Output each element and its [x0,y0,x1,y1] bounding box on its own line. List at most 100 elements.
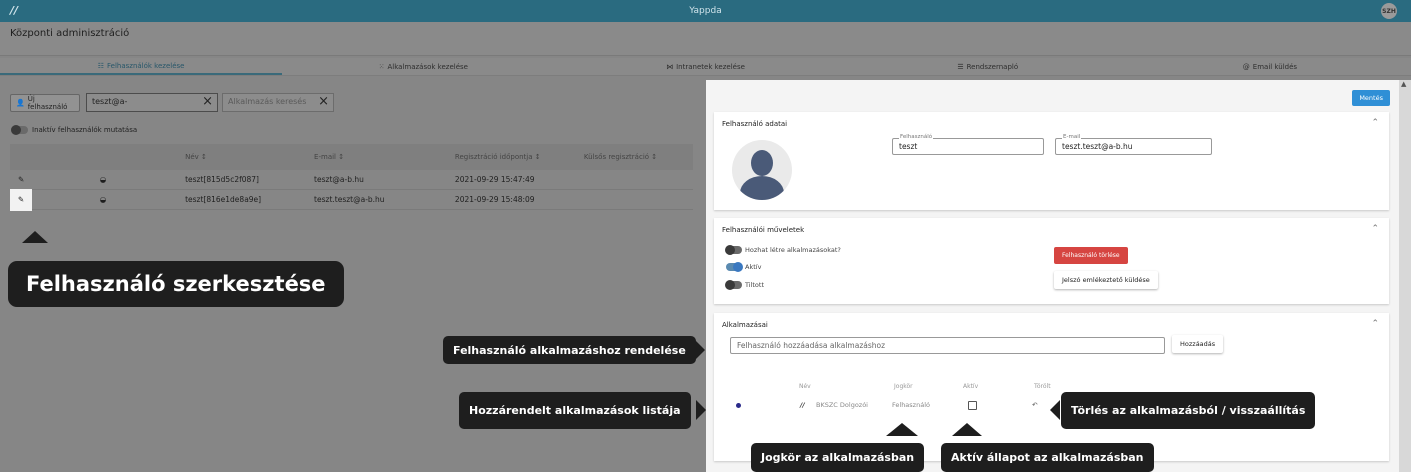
banned-toggle[interactable]: Tiltott [725,280,765,290]
tab-users[interactable]: ☷ Felhasználók kezelése [0,58,283,75]
col-external[interactable]: Külsős regisztráció ↕ [584,153,693,161]
tab-applications[interactable]: ⁙ Alkalmazások kezelése [282,58,564,75]
toggle-switch[interactable] [725,280,742,290]
col-email[interactable]: E-mail ↕ [314,153,455,161]
field-label: E-mail [1062,134,1082,140]
user-data-card: Felhasználó adatai ⌃ Felhasználó teszt E… [714,112,1389,210]
user-search-input[interactable]: teszt@a- × [86,93,218,112]
option-label: Aktív [745,263,762,271]
field-label: Felhasználó [899,134,934,140]
app-status-dot [736,403,741,408]
app-title: Yappda [689,6,722,16]
add-app-button[interactable]: Hozzáadás [1172,335,1224,353]
add-user-icon: 👤 [16,99,25,107]
search-value: teszt@a- [92,97,128,106]
callout-pointer [22,231,48,243]
tab-label: Intranetek kezelése [676,62,745,71]
app-logo[interactable]: // [10,4,18,17]
delete-user-button[interactable]: Felhasználó törlése [1054,247,1128,264]
callout-pointer [886,423,918,436]
toggle-switch[interactable] [725,245,742,255]
edit-pencil-icon[interactable]: ✎ [10,188,32,211]
app-active-checkbox[interactable] [968,401,977,410]
callout-role: Jogkör az alkalmazásban [751,443,925,472]
at-icon: @ [1242,62,1250,71]
tab-system-log[interactable]: ☰ Rendszernapló [847,58,1129,75]
user-email: teszt.teszt@a-b.hu [314,195,385,204]
option-label: Hozhat létre alkalmazásokat? [745,246,841,254]
user-avatar-icon: ◒ [99,175,107,184]
user-avatar-icon: ◒ [99,195,107,204]
col-registration[interactable]: Regisztráció időpontja ↕ [455,153,584,161]
can-create-apps-toggle[interactable]: Hozhat létre alkalmazásokat? [725,245,841,255]
collapse-chevron-icon[interactable]: ⌃ [1371,118,1379,128]
user-registration: 2021-09-29 15:48:09 [454,195,535,204]
assign-app-input[interactable]: Felhasználó hozzáadása alkalmazáshoz [730,337,1165,354]
profile-picture[interactable] [732,140,792,200]
page-header: Központi adminisztráció [0,22,1411,56]
col-deleted: Törölt [1034,383,1051,390]
field-value: teszt [899,142,918,151]
callout-edit-user: Felhasználó szerkesztése [8,261,344,307]
applications-card: Alkalmazásai ⌃ Felhasználó hozzáadása al… [714,313,1389,461]
inactive-toggle-label: Inaktív felhasználók mutatása [32,126,138,134]
tab-label: Felhasználók kezelése [107,61,185,70]
app-role[interactable]: Felhasználó [892,401,930,409]
table-header: Név ↕ E-mail ↕ Regisztráció időpontja ↕ … [10,144,693,170]
apps-grid-icon: ⁙ [378,62,385,71]
restore-icon[interactable]: ↶ [1032,401,1037,409]
collapse-chevron-icon[interactable]: ⌃ [1371,224,1379,234]
scrollbar[interactable]: ▲ [1399,80,1411,472]
app-search-placeholder: Alkalmazás keresés [228,97,307,106]
tab-email[interactable]: @ Email küldés [1129,58,1411,75]
clear-app-search-icon[interactable]: × [318,94,329,109]
edit-pencil-icon[interactable]: ✎ [18,175,24,184]
col-active: Aktív [963,383,979,390]
network-icon: ⋈ [666,62,674,71]
user-name: teszt[816e1de8a9e] [185,195,262,204]
callout-remove-restore: Törlés az alkalmazásból / visszaállítás [1061,392,1316,429]
callout-pointer [1050,400,1060,420]
user-operations-card: Felhasználói műveletek ⌃ Hozhat létre al… [714,218,1389,304]
new-user-button[interactable]: 👤 Új felhasználó [10,94,80,112]
callout-pointer [952,423,982,436]
tab-label: Rendszernapló [966,62,1019,71]
callout-app-list: Hozzárendelt alkalmazások listája [459,392,691,429]
page-title: Központi adminisztráció [10,28,130,39]
tab-intranets[interactable]: ⋈ Intranetek kezelése [564,58,846,75]
card-title: Felhasználó adatai [722,120,788,128]
table-row[interactable]: ✎ ◒ teszt[816e1de8a9e] teszt.teszt@a-b.h… [10,188,693,211]
toggle-switch[interactable] [726,262,743,272]
scroll-up-icon[interactable]: ▲ [1401,80,1406,88]
callout-pointer [696,400,706,420]
email-field[interactable]: E-mail teszt.teszt@a-b.hu [1055,134,1212,155]
list-icon: ☰ [957,62,964,71]
callout-assign-app: Felhasználó alkalmazáshoz rendelése [443,336,696,364]
send-password-reminder-button[interactable]: Jelszó emlékeztető küldése [1054,271,1158,289]
user-avatar[interactable]: SZH [1381,3,1397,19]
save-button[interactable]: Mentés [1352,90,1390,106]
top-bar: // Yappda SZH [0,0,1411,22]
table-row[interactable]: ✎ ◒ teszt[815d5c2f087] teszt@a-b.hu 2021… [10,170,693,190]
user-name: teszt[815d5c2f087] [185,175,259,184]
clear-search-icon[interactable]: × [202,94,213,109]
field-value: teszt.teszt@a-b.hu [1062,142,1133,151]
new-user-label: Új felhasználó [27,95,68,111]
col-role: Jogkör [894,383,913,390]
option-label: Tiltott [745,281,765,289]
card-title: Alkalmazásai [722,321,768,329]
app-logo-icon: // [800,401,805,409]
users-table: Név ↕ E-mail ↕ Regisztráció időpontja ↕ … [10,144,693,211]
app-search-input[interactable]: Alkalmazás keresés × [222,93,334,112]
collapse-chevron-icon[interactable]: ⌃ [1371,319,1379,329]
tab-label: Alkalmazások kezelése [387,62,468,71]
username-field[interactable]: Felhasználó teszt [892,134,1044,155]
app-name: BKSZC Dolgozói [816,401,868,409]
active-toggle[interactable]: Aktív [726,262,762,272]
callout-pointer [695,340,705,360]
inactive-users-toggle[interactable]: Inaktív felhasználók mutatása [11,125,138,135]
user-registration: 2021-09-29 15:47:49 [454,175,535,184]
toggle-switch[interactable] [11,125,28,135]
user-email: teszt@a-b.hu [314,175,364,184]
col-name[interactable]: Név ↕ [185,153,314,161]
